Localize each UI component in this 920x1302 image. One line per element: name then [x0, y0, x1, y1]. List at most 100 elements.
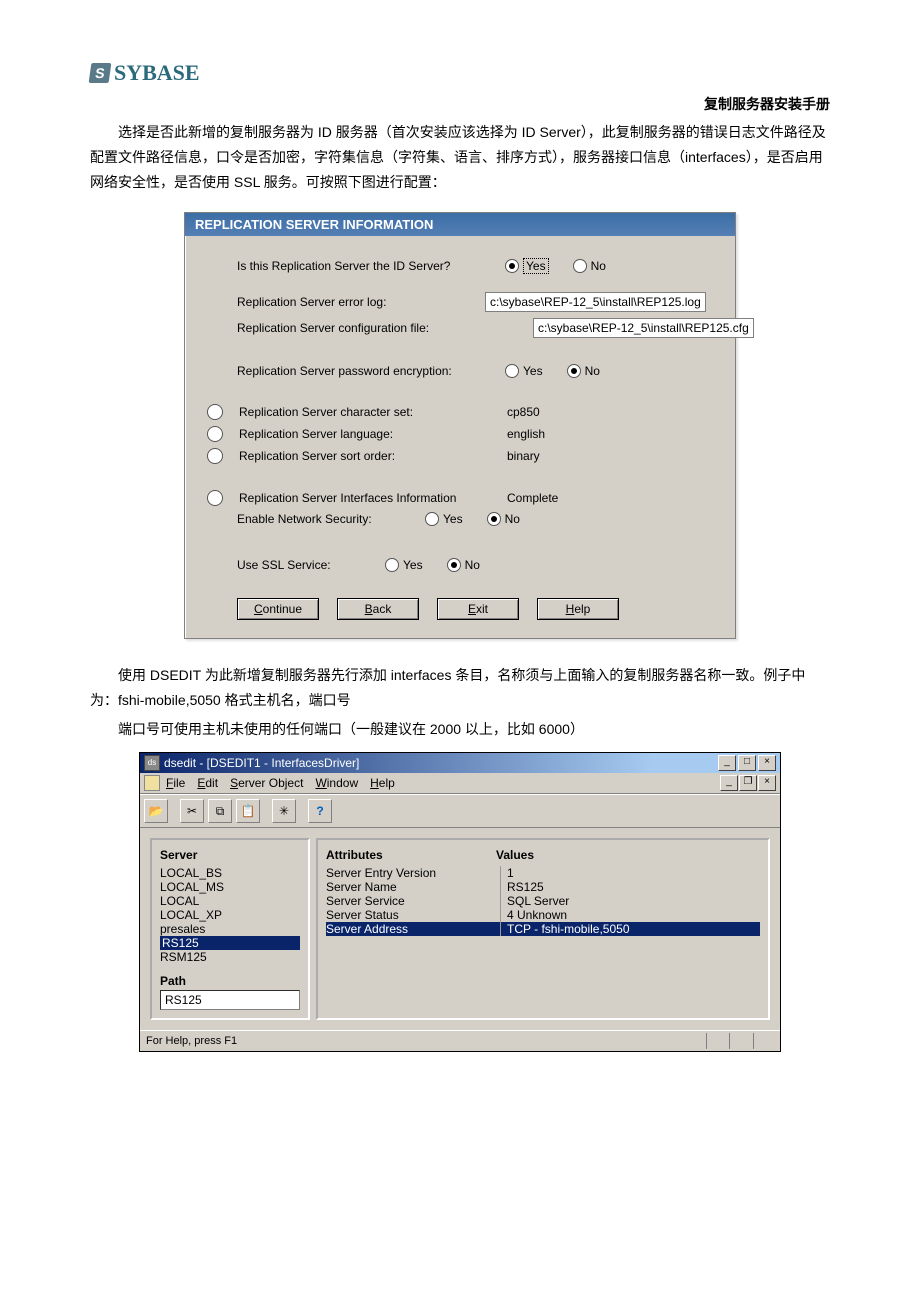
- sort-order-label: Replication Server sort order:: [239, 449, 499, 463]
- sort-order-radio[interactable]: [207, 448, 223, 464]
- logo-text: SYBASE: [114, 60, 200, 86]
- yes-label: Yes: [443, 512, 463, 526]
- config-file-label: Replication Server configuration file:: [237, 321, 477, 335]
- menu-window[interactable]: Window: [315, 776, 358, 790]
- attributes-box: Attributes Values Server Entry Version1 …: [316, 838, 770, 1020]
- mdi-close-icon[interactable]: ×: [758, 775, 776, 791]
- netsec-yes[interactable]: Yes: [425, 512, 463, 526]
- menu-server-object[interactable]: Server Object: [230, 776, 303, 790]
- no-label: No: [505, 512, 520, 526]
- sort-order-value: binary: [507, 449, 587, 463]
- id-server-yes[interactable]: Yes: [505, 258, 549, 274]
- document-title: 复制服务器安装手册: [90, 94, 830, 114]
- no-label: No: [465, 558, 480, 572]
- status-bar: For Help, press F1: [140, 1030, 780, 1051]
- language-value: english: [507, 427, 587, 441]
- server-label: Server: [160, 848, 300, 862]
- interfaces-label: Replication Server Interfaces Informatio…: [239, 491, 499, 505]
- app-icon: ds: [144, 755, 160, 771]
- intro-paragraph: 选择是否此新增的复制服务器为 ID 服务器（首次安装应该选择为 ID Serve…: [90, 120, 830, 196]
- server-list-box: Server LOCAL_BS LOCAL_MS LOCAL LOCAL_XP …: [150, 838, 310, 1020]
- mdi-minimize-icon[interactable]: _: [720, 775, 738, 791]
- radio-icon: [385, 558, 399, 572]
- network-security-label: Enable Network Security:: [237, 512, 417, 526]
- id-server-question: Is this Replication Server the ID Server…: [237, 259, 497, 273]
- minimize-icon[interactable]: _: [718, 755, 736, 771]
- help-icon[interactable]: ?: [308, 799, 332, 823]
- table-row[interactable]: Server ServiceSQL Server: [326, 894, 760, 908]
- charset-value: cp850: [507, 405, 587, 419]
- list-item[interactable]: RSM125: [160, 950, 300, 964]
- interfaces-radio[interactable]: [207, 490, 223, 506]
- resize-grip-icon: [704, 1033, 774, 1049]
- config-file-input[interactable]: c:\sybase\REP-12_5\install\REP125.cfg: [533, 318, 754, 338]
- table-row[interactable]: Server Status4 Unknown: [326, 908, 760, 922]
- menu-help[interactable]: Help: [370, 776, 395, 790]
- continue-button[interactable]: Continue: [237, 598, 319, 620]
- exit-button[interactable]: Exit: [437, 598, 519, 620]
- toolbar: 📂 ✂ ⧉ 📋 ✳ ?: [140, 794, 780, 828]
- ssl-service-label: Use SSL Service:: [237, 558, 377, 572]
- paragraph-2: 使用 DSEDIT 为此新增复制服务器先行添加 interfaces 条目，名称…: [90, 663, 830, 713]
- mdi-restore-icon[interactable]: ❐: [739, 775, 757, 791]
- mdi-icon: [144, 775, 160, 791]
- list-item[interactable]: presales: [160, 922, 300, 936]
- table-row-selected[interactable]: Server AddressTCP - fshi-mobile,5050: [326, 922, 760, 936]
- open-icon[interactable]: 📂: [144, 799, 168, 823]
- table-row[interactable]: Server NameRS125: [326, 880, 760, 894]
- netsec-no[interactable]: No: [487, 512, 520, 526]
- no-label: No: [585, 364, 600, 378]
- logo: S SYBASE: [90, 60, 830, 86]
- back-button[interactable]: Back: [337, 598, 419, 620]
- yes-label: Yes: [523, 258, 549, 274]
- table-row[interactable]: Server Entry Version1: [326, 866, 760, 880]
- no-label: No: [591, 259, 606, 273]
- pwd-enc-yes[interactable]: Yes: [505, 364, 543, 378]
- password-encryption-label: Replication Server password encryption:: [237, 364, 497, 378]
- panel-title: REPLICATION SERVER INFORMATION: [185, 213, 735, 236]
- error-log-input[interactable]: c:\sybase\REP-12_5\install\REP125.log: [485, 292, 706, 312]
- language-radio[interactable]: [207, 426, 223, 442]
- charset-radio[interactable]: [207, 404, 223, 420]
- radio-icon: [447, 558, 461, 572]
- yes-label: Yes: [523, 364, 543, 378]
- radio-icon: [573, 259, 587, 273]
- menu-file[interactable]: FFileile: [166, 776, 185, 790]
- maximize-icon[interactable]: □: [738, 755, 756, 771]
- pwd-enc-no[interactable]: No: [567, 364, 600, 378]
- radio-icon: [425, 512, 439, 526]
- menu-edit[interactable]: Edit: [197, 776, 218, 790]
- ssl-yes[interactable]: Yes: [385, 558, 423, 572]
- logo-icon: S: [89, 63, 112, 83]
- list-item[interactable]: LOCAL_XP: [160, 908, 300, 922]
- values-header: Values: [496, 848, 534, 862]
- charset-label: Replication Server character set:: [239, 405, 499, 419]
- language-label: Replication Server language:: [239, 427, 499, 441]
- close-icon[interactable]: ×: [758, 755, 776, 771]
- radio-icon: [505, 364, 519, 378]
- ssl-no[interactable]: No: [447, 558, 480, 572]
- radio-icon: [567, 364, 581, 378]
- list-item[interactable]: LOCAL: [160, 894, 300, 908]
- paste-icon[interactable]: 📋: [236, 799, 260, 823]
- radio-icon: [487, 512, 501, 526]
- path-label: Path: [160, 974, 300, 988]
- window-titlebar: ds dsedit - [DSEDIT1 - InterfacesDriver]…: [140, 753, 780, 773]
- path-value: RS125: [160, 990, 300, 1010]
- ping-icon[interactable]: ✳: [272, 799, 296, 823]
- dsedit-window: ds dsedit - [DSEDIT1 - InterfacesDriver]…: [139, 752, 781, 1052]
- status-text: For Help, press F1: [146, 1035, 237, 1047]
- list-item-selected[interactable]: RS125: [160, 936, 300, 950]
- list-item[interactable]: LOCAL_MS: [160, 880, 300, 894]
- copy-icon[interactable]: ⧉: [208, 799, 232, 823]
- error-log-label: Replication Server error log:: [237, 295, 477, 309]
- paragraph-3: 端口号可使用主机未使用的任何端口（一般建议在 2000 以上，比如 6000）: [90, 717, 830, 742]
- cut-icon[interactable]: ✂: [180, 799, 204, 823]
- help-button[interactable]: Help: [537, 598, 619, 620]
- id-server-no[interactable]: No: [573, 259, 606, 273]
- yes-label: Yes: [403, 558, 423, 572]
- attributes-header: Attributes: [326, 848, 496, 862]
- interfaces-value: Complete: [507, 491, 587, 505]
- radio-icon: [505, 259, 519, 273]
- list-item[interactable]: LOCAL_BS: [160, 866, 300, 880]
